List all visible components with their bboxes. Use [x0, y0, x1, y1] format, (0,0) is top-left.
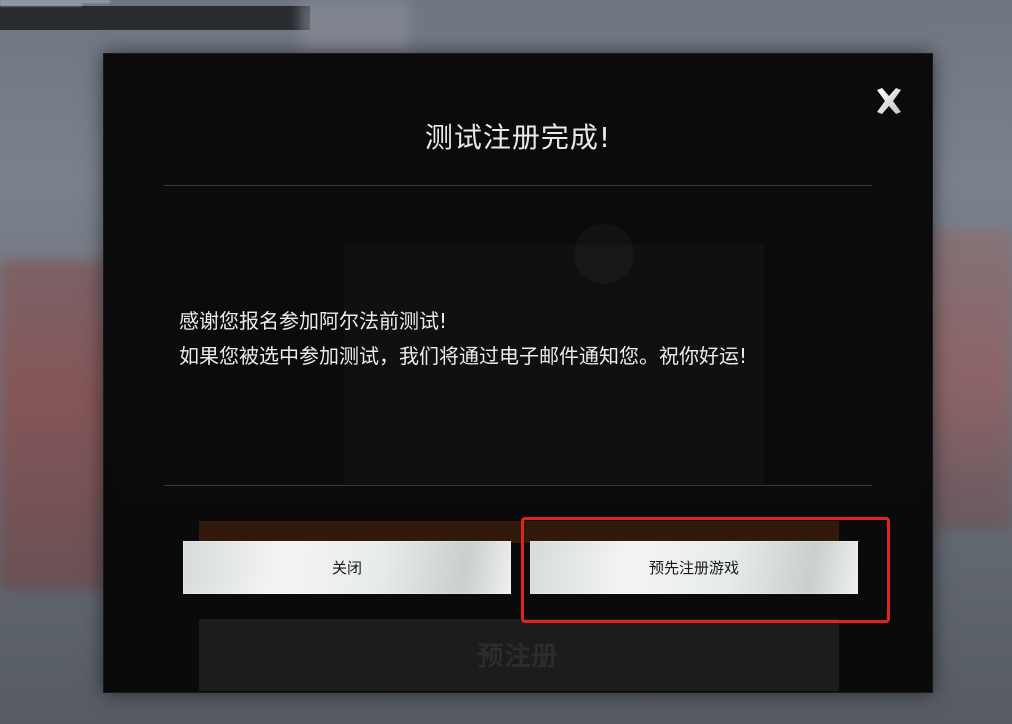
background-container-left	[0, 260, 110, 590]
background-railing-right	[0, 3, 82, 6]
close-button[interactable]: 关闭	[183, 541, 511, 594]
message-line-2: 如果您被选中参加测试，我们将通过电子邮件通知您。祝你好运!	[179, 344, 748, 368]
message-line-1: 感谢您报名参加阿尔法前测试!	[179, 309, 448, 333]
close-icon[interactable]	[872, 84, 906, 118]
background-button-left	[0, 6, 310, 18]
footer-divider	[164, 485, 872, 486]
background-orange-bar	[199, 521, 839, 543]
preregister-game-button[interactable]: 预先注册游戏	[530, 541, 858, 594]
background-button-right	[0, 18, 310, 30]
registration-complete-dialog: 预注册 测试注册完成! 感谢您报名参加阿尔法前测试! 如果您被选中参加测试，我们…	[103, 53, 933, 693]
background-container-right	[930, 230, 1012, 530]
background-shape	[300, 0, 410, 52]
background-figure-head	[574, 224, 634, 284]
dialog-message: 感谢您报名参加阿尔法前测试! 如果您被选中参加测试，我们将通过电子邮件通知您。祝…	[179, 304, 747, 374]
dialog-title: 测试注册完成!	[424, 121, 612, 154]
background-preregister-label: 预注册	[477, 642, 559, 672]
game-page-background: 预注册 测试注册完成! 感谢您报名参加阿尔法前测试! 如果您被选中参加测试，我们…	[0, 0, 1012, 724]
title-divider	[164, 185, 872, 186]
